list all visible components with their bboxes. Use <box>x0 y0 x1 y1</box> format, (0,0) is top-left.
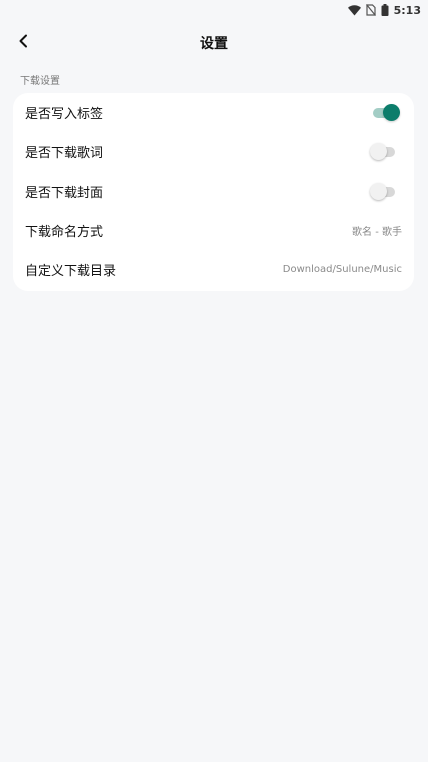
page-title: 设置 <box>200 36 228 52</box>
toggle-download-cover[interactable] <box>370 182 400 202</box>
toggle-thumb[interactable] <box>370 142 387 160</box>
setting-value-naming-format: 歌名 - 歌手 <box>352 227 402 238</box>
setting-label-download-directory: 自定义下载目录 <box>25 264 117 279</box>
toggle-thumb[interactable] <box>383 103 400 121</box>
setting-label-download-lyrics: 是否下载歌词 <box>25 146 104 161</box>
setting-row-naming-format[interactable]: 下载命名方式 歌名 - 歌手 <box>13 211 414 250</box>
no-sim-icon <box>365 4 376 16</box>
app-bar: 设置 <box>0 22 428 62</box>
toggle-write-tags[interactable] <box>370 103 400 123</box>
setting-value-download-directory: Download/Sulune/Music <box>282 264 402 275</box>
battery-icon <box>381 4 389 16</box>
status-bar: 5:13 <box>0 0 428 20</box>
setting-label-download-cover: 是否下载封面 <box>25 186 104 201</box>
setting-row-download-directory[interactable]: 自定义下载目录 Download/Sulune/Music <box>13 250 414 289</box>
settings-card: 是否写入标签 是否下载歌词 是否下载封面 下载命名方式 歌名 - 歌手 自定义下… <box>13 93 414 291</box>
toggle-thumb[interactable] <box>370 182 387 200</box>
setting-row-download-lyrics[interactable]: 是否下载歌词 <box>13 132 414 171</box>
wifi-icon <box>347 4 361 16</box>
setting-row-write-tags[interactable]: 是否写入标签 <box>13 93 414 132</box>
setting-label-write-tags: 是否写入标签 <box>25 107 104 122</box>
setting-row-download-cover[interactable]: 是否下载封面 <box>13 172 414 211</box>
toggle-download-lyrics[interactable] <box>370 142 400 162</box>
section-header-download-settings: 下载设置 <box>20 76 60 87</box>
setting-label-naming-format: 下载命名方式 <box>25 225 104 240</box>
status-time: 5:13 <box>393 3 421 17</box>
